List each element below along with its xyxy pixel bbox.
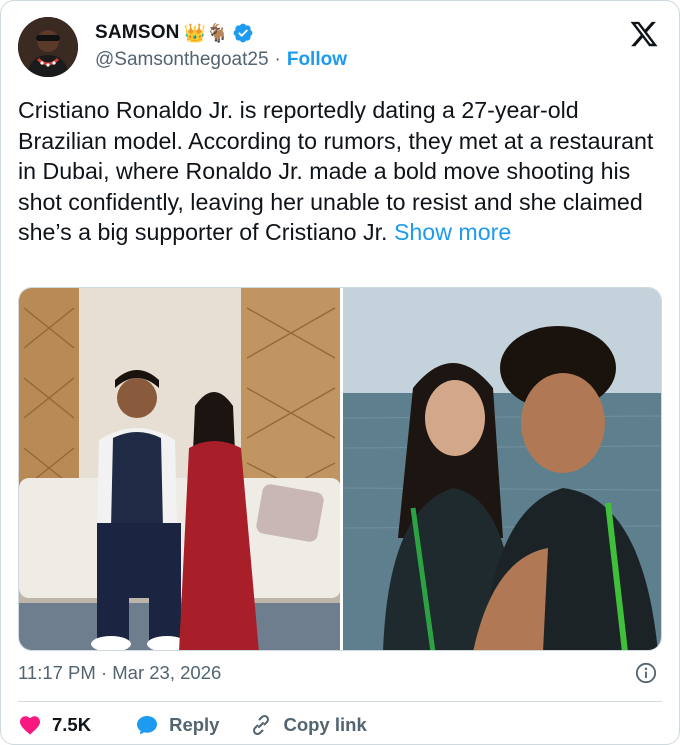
author-handle[interactable]: @Samsonthegoat25 [95,49,269,71]
author-name-emojis: 👑🐐 [183,23,229,43]
verified-badge-icon [234,23,253,43]
footer-divider [18,701,662,702]
tweet-card: SAMSON 👑🐐 @Samsonthegoat25 · Follow Cris… [0,0,680,745]
tweet-body: Cristiano Ronaldo Jr. is reportedly dati… [18,97,654,245]
info-icon[interactable] [635,662,657,684]
tweet-actions: 7.5K Reply Copy link [18,711,367,739]
tweet-timestamp[interactable]: 11:17 PM · Mar 23, 2026 [18,662,221,684]
link-icon [253,714,270,736]
follow-button[interactable]: Follow [287,49,347,71]
show-more-link[interactable]: Show more [394,219,511,245]
like-count: 7.5K [52,714,92,735]
author-name-row[interactable]: SAMSON 👑🐐 [95,20,254,46]
author-handle-row: @Samsonthegoat25 · Follow [95,49,347,71]
heart-icon [20,716,40,735]
copy-link-label: Copy link [283,714,367,735]
author-display-name[interactable]: SAMSON [95,22,180,44]
tweet-media [18,287,662,651]
reply-label: Reply [169,714,220,735]
photo-right[interactable] [343,288,661,650]
copy-link-button[interactable]: Copy link [249,713,367,737]
reply-bubble-icon [137,716,158,735]
tweet-text: Cristiano Ronaldo Jr. is reportedly dati… [18,95,666,248]
photo-left[interactable] [19,288,340,650]
author-avatar[interactable] [18,17,78,77]
x-logo-icon[interactable] [629,19,659,49]
reply-button[interactable]: Reply [135,713,219,737]
like-button[interactable]: 7.5K [18,713,91,737]
handle-separator: · [274,49,281,70]
